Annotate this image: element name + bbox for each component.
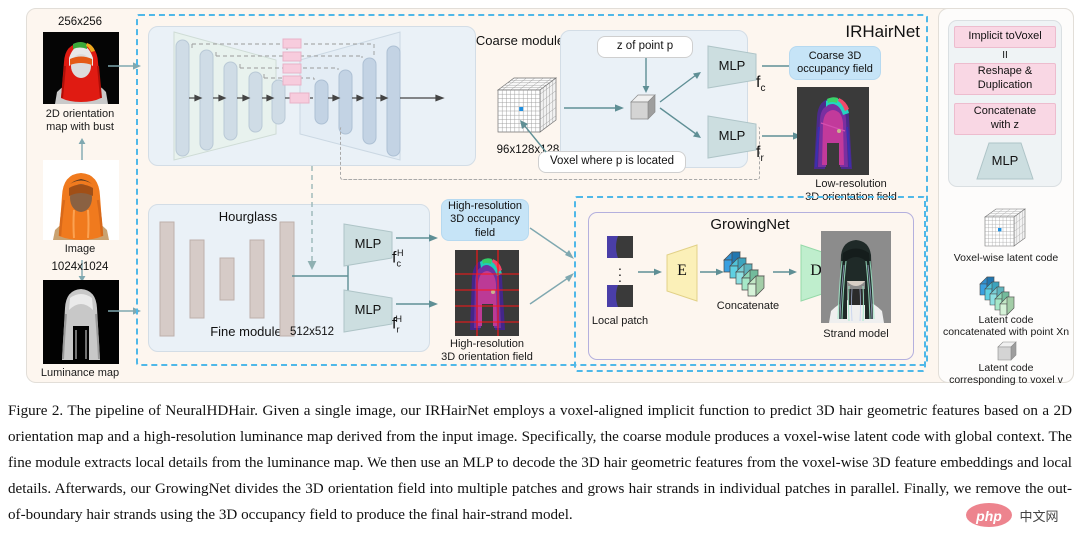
legend-mlp-block: MLP: [975, 141, 1035, 181]
frh-subscript: r: [396, 324, 400, 335]
irhairnet-title: IRHairNet: [845, 22, 920, 41]
legend-voxel-latent-label: Voxel-wise latent code: [953, 252, 1059, 264]
mlp-fc-label: MLP: [718, 58, 746, 73]
fch-superscript: H: [396, 248, 404, 258]
luminance-map-thumbnail: [43, 280, 119, 364]
arrow-frh-to-hr-orientation: [396, 300, 438, 308]
arrow-callout-to-voxelgrid: [520, 120, 547, 153]
svg-text:php: php: [975, 508, 1002, 524]
z-of-point-callout: z of point p: [597, 36, 693, 58]
voxel-location-callout: Voxel where p is located: [538, 151, 686, 173]
single-voxel-icon: [628, 92, 658, 122]
legend-mlp-label: MLP: [991, 153, 1019, 168]
svg-text:中文网: 中文网: [1019, 510, 1058, 525]
arrow-hr-orientation-to-growingnet: [529, 273, 574, 305]
orientation-map-size-label: 256x256: [57, 16, 103, 28]
arrow-fch-to-hr-occupancy: [396, 234, 438, 242]
mlp-fch-label: MLP: [354, 236, 382, 251]
arrow-voxelgrid-to-latent: [564, 104, 624, 112]
legend-equals-sign: II: [1002, 50, 1008, 61]
fc-subscript: c: [760, 83, 766, 95]
hourglass-bars: [159, 221, 295, 337]
legend-latent-concat-label: Latent code concatenated with point Xn: [942, 314, 1070, 339]
growingnet-encoder-block: E: [665, 243, 699, 303]
fr-subscript: r: [760, 153, 764, 165]
local-patch-bottom: [607, 285, 633, 307]
legend-concatenate-with-z: Concatenate with z: [954, 103, 1056, 135]
arrow-latent-to-mlp-fr: [659, 107, 701, 138]
arrow-hr-occupancy-to-growingnet: [529, 227, 574, 259]
fr-symbol: fr: [756, 144, 764, 164]
latent-code-strip-icon: [722, 246, 774, 302]
mlp-frh-label: MLP: [354, 302, 382, 317]
arrow-concat-to-decoder: [773, 268, 797, 276]
hr-orientation-thumbnail: [455, 250, 519, 336]
low-res-orientation-thumbnail: [797, 87, 869, 175]
local-patch-ellipsis-icon: ...: [618, 257, 622, 285]
luminance-map-caption: Luminance map: [40, 367, 120, 379]
local-patch-top: [607, 236, 633, 258]
arrow-patch-to-encoder: [638, 268, 662, 276]
arrow-z-to-latent-cube: [642, 58, 650, 93]
fch-symbol: fcH: [392, 248, 403, 269]
legend-voxel-grid-icon: [982, 206, 1028, 252]
hr-orientation-caption: High-resolution 3D orientation field: [441, 338, 533, 363]
mlp-frh-block: MLP: [340, 288, 396, 334]
strand-model-caption: Strand model: [823, 328, 889, 340]
mlp-fc-block: MLP: [704, 44, 760, 90]
mlp-fr-label: MLP: [718, 128, 746, 143]
input-image-caption: Image: [64, 243, 96, 255]
figure-caption-text: Figure 2. The pipeline of NeuralHDHair. …: [8, 403, 1072, 523]
local-patch-caption: Local patch: [591, 315, 649, 327]
frh-symbol: frH: [392, 314, 402, 335]
concatenate-label: Concatenate: [716, 300, 780, 312]
legend-reshape-duplication: Reshape & Duplication: [954, 63, 1056, 95]
legend-voxel-v-label: Latent code corresponding to voxel v: [949, 362, 1063, 387]
input-image-thumbnail: [43, 160, 119, 240]
figure-caption: Figure 2. The pipeline of NeuralHDHair. …: [8, 398, 1072, 528]
orientation-map-caption: 2D orientation map with bust: [45, 108, 115, 133]
legend-single-voxel-icon: [996, 340, 1018, 362]
luminance-map-size-label: 1024x1024: [51, 261, 109, 273]
arrow-image-to-orientation: [78, 138, 86, 160]
encoder-label: E: [677, 262, 687, 279]
frh-superscript: H: [395, 314, 402, 324]
fc-symbol: fc: [756, 74, 765, 94]
fch-subscript: c: [396, 258, 401, 269]
arrow-latent-to-mlp-fc: [659, 72, 701, 103]
hr-occupancy-field-badge: High-resolution 3D occupancy field: [441, 199, 529, 241]
mlp-fr-block: MLP: [704, 114, 760, 160]
watermark: php 中文网: [965, 500, 1065, 530]
legend-implicit-to-voxel: Implicit toVoxel: [954, 26, 1056, 48]
coarse-occupancy-field-badge: Coarse 3D occupancy field: [789, 46, 881, 80]
figure-root: 256x256 2D orientation map with bust Ima…: [0, 0, 1080, 554]
strand-model-thumbnail: [821, 231, 891, 323]
mlp-fch-block: MLP: [340, 222, 396, 268]
